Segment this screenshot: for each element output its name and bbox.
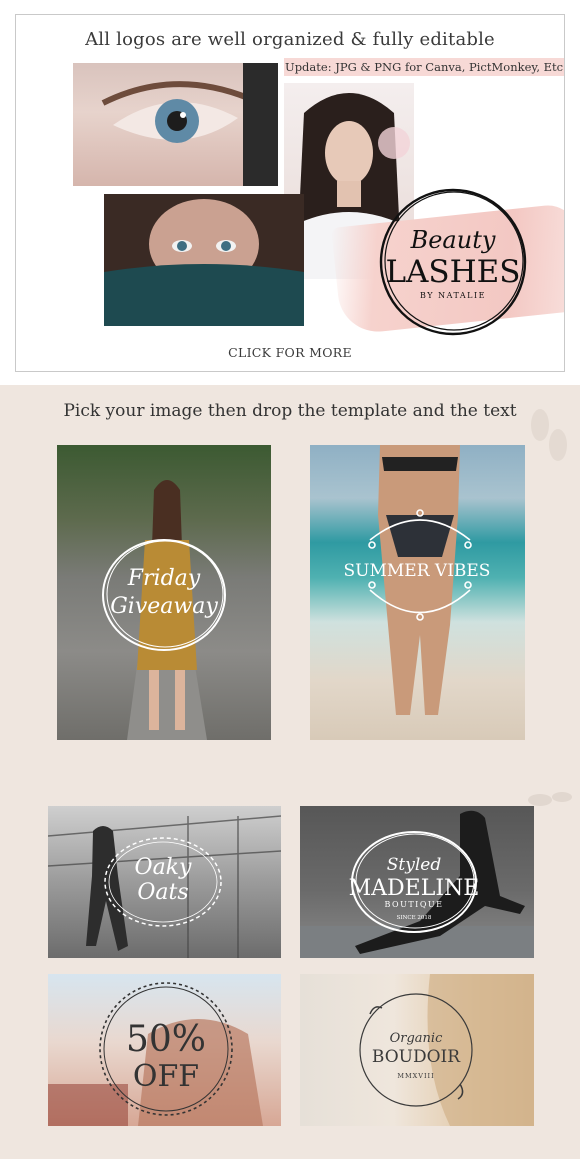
oaky-line-2: Oats: [137, 880, 188, 905]
madeline-photo-illustration: Styled MADELINE BOUTIQUE SINCE 2018: [300, 810, 534, 958]
click-for-more-link[interactable]: CLICK FOR MORE: [16, 345, 564, 360]
card-friday-giveaway[interactable]: Friday Giveaway: [57, 445, 271, 740]
logo-sub-line: BY NATALIE: [420, 291, 486, 300]
logo-main-line: LASHES: [385, 254, 520, 290]
boudoir-line-3: MMXVIII: [397, 1072, 434, 1080]
boudoir-line-1: Organic: [390, 1031, 443, 1046]
eye-illustration: [101, 63, 278, 186]
card-oaky-oats[interactable]: Oaky Oats: [48, 806, 281, 958]
top-preview-frame[interactable]: All logos are well organized & fully edi…: [15, 14, 565, 372]
oaky-line-1: Oaky: [135, 855, 192, 880]
friday-line-2: Giveaway: [110, 594, 218, 619]
friday-photo-illustration: Friday Giveaway: [102, 480, 226, 740]
madeline-line-2: MADELINE: [349, 876, 480, 901]
card-summer-vibes[interactable]: SUMMER VIBES: [310, 445, 525, 740]
boudoir-photo-illustration: Organic BOUDOIR MMXVIII: [359, 974, 534, 1126]
card-50-off[interactable]: 50% OFF: [48, 974, 281, 1126]
photo-woman-covered-face: [104, 194, 304, 326]
beauty-lashes-logo: Beauty LASHES BY NATALIE: [371, 180, 535, 344]
instructions-heading: Pick your image then drop the template a…: [63, 401, 517, 421]
madeline-line-4: SINCE 2018: [397, 915, 432, 921]
footprints-decoration: [531, 409, 567, 461]
top-preview-section: All logos are well organized & fully edi…: [0, 0, 580, 385]
update-note: Update: JPG & PNG for Canva, PictMonkey,…: [284, 58, 564, 76]
photo-eye-closeup: [73, 63, 278, 186]
sale-line-1: 50%: [126, 1019, 206, 1060]
sale-line-2: OFF: [133, 1059, 199, 1094]
card-organic-boudoir[interactable]: Organic BOUDOIR MMXVIII: [300, 974, 534, 1126]
oaky-photo-illustration: Oaky Oats: [48, 815, 281, 958]
madeline-line-1: Styled: [387, 855, 442, 875]
summer-photo-illustration: SUMMER VIBES: [344, 445, 491, 715]
madeline-line-3: BOUTIQUE: [385, 900, 444, 909]
logo-script-line: Beauty: [410, 226, 496, 254]
covered-face-illustration: [104, 194, 304, 326]
sale-photo-illustration: 50% OFF: [48, 982, 263, 1126]
summer-text: SUMMER VIBES: [344, 561, 491, 581]
card-styled-madeline[interactable]: Styled MADELINE BOUTIQUE SINCE 2018: [300, 806, 534, 958]
circle-frame: Beauty LASHES BY NATALIE: [379, 188, 527, 336]
top-title: All logos are well organized & fully edi…: [85, 29, 495, 50]
friday-line-1: Friday: [127, 566, 201, 591]
boudoir-line-2: BOUDOIR: [372, 1047, 461, 1067]
